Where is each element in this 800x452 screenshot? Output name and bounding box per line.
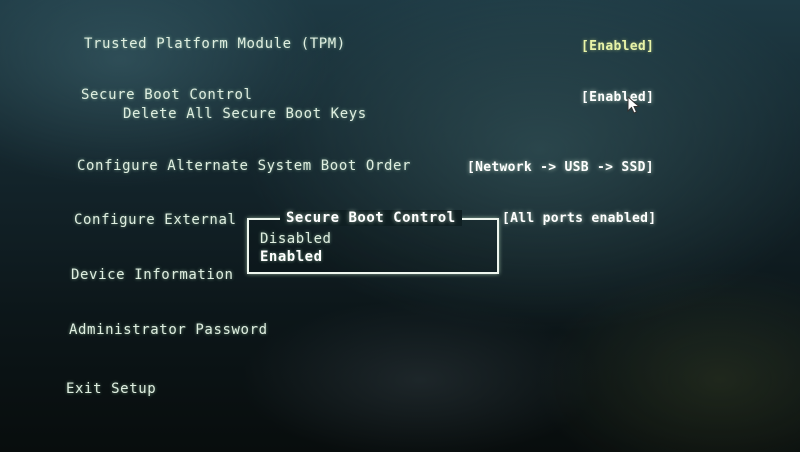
secure-boot-control-value[interactable]: [Enabled] (581, 90, 654, 105)
popup-title: Secure Boot Control (280, 210, 462, 226)
menu-item-device-information[interactable]: Device Information (71, 267, 234, 283)
menu-item-administrator-password[interactable]: Administrator Password (69, 322, 268, 338)
menu-item-delete-secure-boot-keys[interactable]: Delete All Secure Boot Keys (123, 106, 367, 122)
menu-item-secure-boot-control[interactable]: Secure Boot Control (81, 87, 253, 103)
popup-option-disabled[interactable]: Disabled (260, 231, 331, 247)
menu-item-exit-setup[interactable]: Exit Setup (66, 381, 156, 397)
alternate-boot-order-value[interactable]: [Network -> USB -> SSD] (467, 160, 654, 175)
menu-item-tpm[interactable]: Trusted Platform Module (TPM) (84, 36, 346, 52)
screen-glare (240, 300, 600, 452)
menu-item-alternate-boot-order[interactable]: Configure Alternate System Boot Order (77, 158, 411, 174)
menu-item-configure-external[interactable]: Configure External (74, 212, 237, 228)
configure-external-value[interactable]: [All ports enabled] (502, 211, 656, 226)
mouse-pointer-icon (627, 95, 643, 116)
popup-option-enabled[interactable]: Enabled (260, 249, 323, 265)
tpm-value[interactable]: [Enabled] (581, 39, 654, 54)
